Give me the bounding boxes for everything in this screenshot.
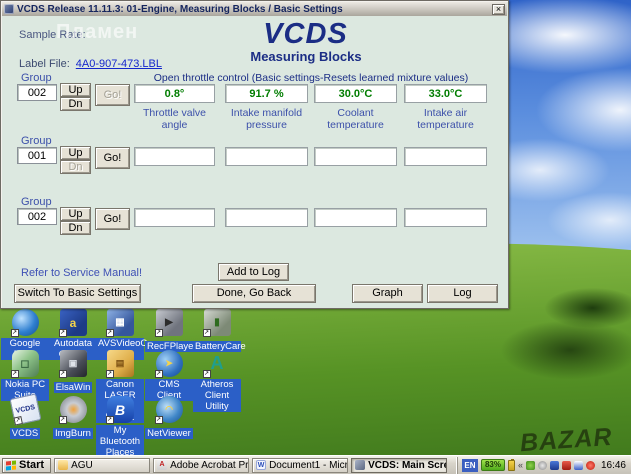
desktop: Пламен BAZAR VCDS Release 11.11.3: 01-En… (0, 0, 631, 474)
tray-icon-blue-shield[interactable] (550, 461, 559, 470)
measure-field (134, 147, 215, 166)
taskbar: Start AGU A Adobe Acrobat Professio... W… (0, 455, 631, 474)
windows-flag-icon (6, 460, 16, 470)
tray-icon-gray[interactable] (538, 461, 547, 470)
group-input-1[interactable] (17, 84, 57, 101)
vcds-window: VCDS Release 11.11.3: 01-Engine, Measuri… (0, 0, 509, 309)
folder-icon (58, 460, 68, 470)
label-file-label: Label File: (19, 58, 70, 70)
log-button[interactable]: Log (427, 284, 498, 303)
watermark-top: Пламен (56, 21, 138, 44)
group-label-2: Group (21, 135, 52, 147)
word-icon: W (256, 460, 266, 470)
system-tray: EN 83% « 16:46 (457, 457, 629, 474)
group2-go-button[interactable]: Go! (95, 147, 130, 169)
desktop-icon-imgburn[interactable]: ↗ ImgBurn (49, 396, 97, 441)
group1-up-button[interactable]: Up (60, 83, 91, 97)
switch-basic-settings-button[interactable]: Switch To Basic Settings (14, 284, 141, 303)
measure-field (225, 147, 308, 166)
imgburn-icon: ↗ (60, 396, 87, 423)
measure-field (225, 208, 308, 227)
desktop-icon-netviewer[interactable]: ◠↗ NetViewer (145, 396, 193, 441)
close-icon[interactable]: × (492, 4, 505, 15)
label-file-row: Label File: 4A0-907-473.LBL (19, 58, 162, 70)
desktop-icon-vcds[interactable]: VCDS↗ VCDS (1, 396, 49, 441)
measure-field (314, 208, 397, 227)
group-input-3[interactable] (17, 208, 57, 225)
group2-up-button[interactable]: Up (60, 146, 91, 160)
acrobat-icon: A (157, 460, 167, 470)
measure-field (314, 147, 397, 166)
titlebar[interactable]: VCDS Release 11.11.3: 01-Engine, Measuri… (2, 2, 507, 16)
group-input-2[interactable] (17, 147, 57, 164)
bluetooth-icon: B↗ (107, 396, 134, 423)
measure-field: 0.8° (134, 84, 215, 103)
vcds-task-icon (355, 460, 365, 470)
measure-field (134, 208, 215, 227)
vcds-logo: VCDS (223, 18, 388, 51)
vcds-app-icon (4, 4, 14, 14)
desktop-icon-batterycare[interactable]: ▮↗ BatteryCare (193, 309, 241, 354)
taskbar-task-agu[interactable]: AGU (54, 458, 150, 473)
google-earth-icon: ↗ (12, 309, 39, 336)
label-file-link[interactable]: 4A0-907-473.LBL (76, 58, 162, 70)
group1-go-button: Go! (95, 84, 130, 106)
group3-dn-button[interactable]: Dn (60, 221, 91, 235)
measure-field: 30.0°C (314, 84, 397, 103)
measure-field: 33.0°C (404, 84, 487, 103)
group-label-1: Group (21, 72, 52, 84)
desktop-icon-atheros[interactable]: A↗ Atheros Client Utility (193, 350, 241, 414)
tray-icon-antivirus[interactable] (574, 461, 583, 470)
tray-icon-red-shield[interactable] (562, 461, 571, 470)
screen-subtitle: Measuring Blocks (206, 49, 406, 64)
canon-laser-icon: ▤↗ (107, 350, 134, 377)
battery-icon[interactable] (508, 460, 515, 471)
group1-dn-button[interactable]: Dn (60, 97, 91, 111)
language-indicator[interactable]: EN (462, 459, 478, 472)
refer-service-manual-text: Refer to Service Manual! (21, 267, 142, 279)
battery-indicator[interactable]: 83% (481, 459, 505, 471)
start-button[interactable]: Start (2, 458, 51, 473)
desktop-icon-elsawin[interactable]: ▣↗ ElsaWin (49, 350, 97, 395)
autodata-icon: a↗ (60, 309, 87, 336)
done-go-back-button[interactable]: Done, Go Back (192, 284, 316, 303)
measure-field (404, 208, 487, 227)
measure-field (404, 147, 487, 166)
group3-up-button[interactable]: Up (60, 207, 91, 221)
batterycare-icon: ▮↗ (204, 309, 231, 336)
group3-go-button[interactable]: Go! (95, 208, 130, 230)
desktop-icon-recfplayer[interactable]: ▶↗ RecFPlayer (145, 309, 193, 354)
atheros-icon: A↗ (204, 350, 231, 377)
group-label-3: Group (21, 196, 52, 208)
taskbar-task-word[interactable]: W Document1 - Microsoft ... (252, 458, 348, 473)
taskbar-task-acrobat[interactable]: A Adobe Acrobat Professio... (153, 458, 249, 473)
netviewer-icon: ◠↗ (156, 396, 183, 423)
add-to-log-button[interactable]: Add to Log (218, 263, 289, 281)
basic-settings-header: Open throttle control (Basic settings-Re… (131, 72, 491, 84)
window-title: VCDS Release 11.11.3: 01-Engine, Measuri… (17, 4, 492, 15)
field-label: Intake manifoldpressure (225, 107, 308, 131)
recfplayer-icon: ▶↗ (156, 309, 183, 336)
chevron-icon[interactable]: « (518, 458, 523, 473)
wallpaper-bush (500, 320, 631, 380)
field-label: Intake airtemperature (404, 107, 487, 131)
desktop-icon-bluetooth[interactable]: B↗ My Bluetooth Places (96, 396, 144, 460)
field-label: Coolanttemperature (314, 107, 397, 131)
avs-video-icon: ▦↗ (107, 309, 134, 336)
nokia-pc-suite-icon: ◻↗ (12, 350, 39, 377)
tray-icon-green[interactable] (526, 461, 535, 470)
cms-client-icon: ➤↗ (156, 350, 183, 377)
group2-dn-button: Dn (60, 160, 91, 174)
graph-button[interactable]: Graph (352, 284, 423, 303)
measure-field: 91.7 % (225, 84, 308, 103)
taskbar-clock: 16:46 (598, 460, 629, 471)
tray-icon-red-circle[interactable] (586, 461, 595, 470)
taskbar-task-vcds[interactable]: VCDS: Main Screen (351, 458, 447, 473)
vcds-shortcut-icon: VCDS↗ (9, 393, 41, 425)
elsawin-icon: ▣↗ (60, 350, 87, 377)
field-label: Throttle valveangle (134, 107, 215, 131)
